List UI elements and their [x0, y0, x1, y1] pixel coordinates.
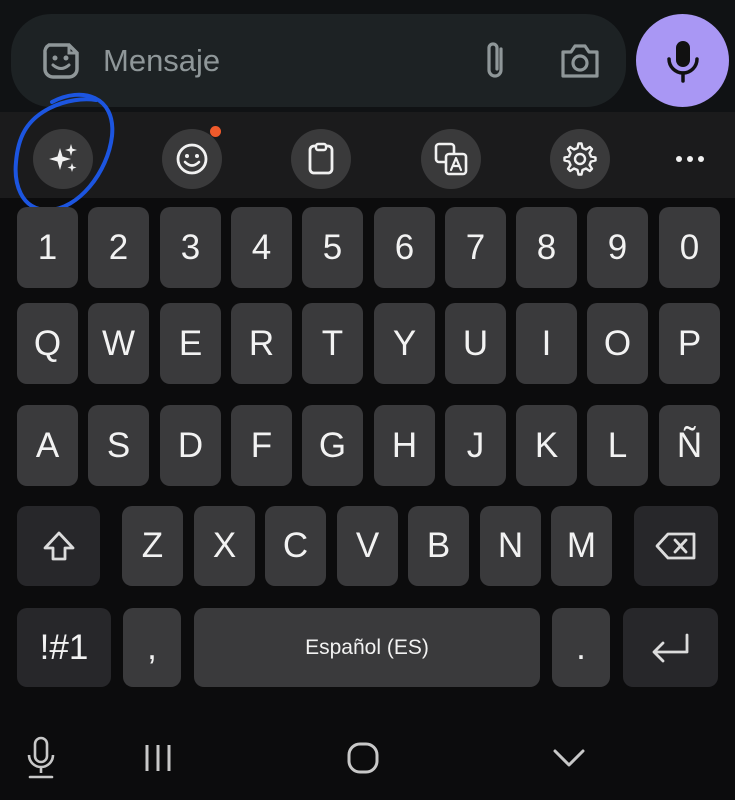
notification-dot	[210, 126, 221, 137]
symbols-key[interactable]: !#1	[17, 608, 111, 687]
key-5[interactable]: 5	[302, 207, 363, 288]
enter-icon	[652, 633, 688, 662]
key-t[interactable]: T	[302, 303, 363, 384]
gear-icon	[563, 142, 597, 176]
key-i[interactable]: I	[516, 303, 577, 384]
key-r[interactable]: R	[231, 303, 292, 384]
key-d[interactable]: D	[160, 405, 221, 486]
key-6[interactable]: 6	[374, 207, 435, 288]
key-m[interactable]: M	[551, 506, 612, 586]
key-0[interactable]: 0	[659, 207, 720, 288]
voice-input-icon[interactable]	[22, 735, 60, 781]
comma-key[interactable]: ,	[123, 608, 181, 687]
key-k[interactable]: K	[516, 405, 577, 486]
key-n[interactable]: N	[480, 506, 541, 586]
clipboard-icon	[308, 142, 334, 175]
emoji-button[interactable]	[162, 129, 222, 189]
enter-key[interactable]	[623, 608, 718, 687]
key-p[interactable]: P	[659, 303, 720, 384]
navigation-bar	[0, 705, 735, 800]
key-l[interactable]: L	[587, 405, 648, 486]
space-key[interactable]: Español (ES)	[194, 608, 540, 687]
key-4[interactable]: 4	[231, 207, 292, 288]
key-f[interactable]: F	[231, 405, 292, 486]
key-g[interactable]: G	[302, 405, 363, 486]
highlight-annotation	[13, 92, 115, 213]
keyboard-settings-button[interactable]	[550, 129, 610, 189]
key-b[interactable]: B	[408, 506, 469, 586]
voice-message-button[interactable]	[636, 14, 729, 107]
key-8[interactable]: 8	[516, 207, 577, 288]
key-a[interactable]: A	[17, 405, 78, 486]
more-icon	[676, 156, 704, 162]
key-e[interactable]: E	[160, 303, 221, 384]
key-7[interactable]: 7	[445, 207, 506, 288]
key-o[interactable]: O	[587, 303, 648, 384]
key-s[interactable]: S	[88, 405, 149, 486]
key-z[interactable]: Z	[122, 506, 183, 586]
microphone-icon	[666, 40, 699, 83]
home-icon[interactable]	[343, 735, 383, 781]
camera-icon[interactable]	[557, 14, 603, 107]
key-q[interactable]: Q	[17, 303, 78, 384]
translate-icon	[434, 142, 468, 176]
key-y[interactable]: Y	[374, 303, 435, 384]
key-v[interactable]: V	[337, 506, 398, 586]
key-2[interactable]: 2	[88, 207, 149, 288]
key-9[interactable]: 9	[587, 207, 648, 288]
more-options-button[interactable]	[660, 129, 720, 189]
key-ñ[interactable]: Ñ	[659, 405, 720, 486]
hide-keyboard-icon[interactable]	[550, 735, 588, 781]
shift-icon	[43, 531, 74, 561]
translate-button[interactable]	[421, 129, 481, 189]
backspace-icon	[655, 532, 696, 560]
key-c[interactable]: C	[265, 506, 326, 586]
key-1[interactable]: 1	[17, 207, 78, 288]
shift-key[interactable]	[17, 506, 100, 586]
key-j[interactable]: J	[445, 405, 506, 486]
emoji-icon	[176, 143, 208, 175]
message-placeholder: Mensaje	[103, 43, 221, 78]
key-u[interactable]: U	[445, 303, 506, 384]
key-w[interactable]: W	[88, 303, 149, 384]
key-3[interactable]: 3	[160, 207, 221, 288]
key-h[interactable]: H	[374, 405, 435, 486]
recent-apps-icon[interactable]	[140, 735, 176, 781]
backspace-key[interactable]	[634, 506, 718, 586]
key-x[interactable]: X	[194, 506, 255, 586]
period-key[interactable]: .	[552, 608, 610, 687]
paperclip-icon[interactable]	[475, 14, 515, 107]
clipboard-button[interactable]	[291, 129, 351, 189]
